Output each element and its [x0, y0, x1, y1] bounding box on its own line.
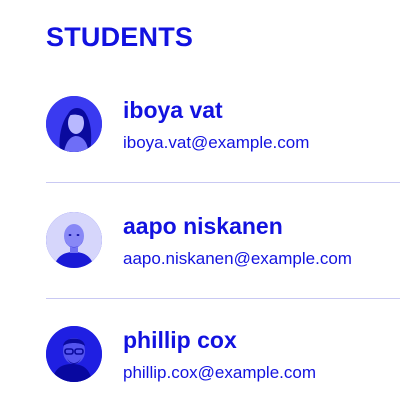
- avatar: [46, 212, 102, 268]
- student-name[interactable]: iboya vat: [123, 96, 223, 124]
- avatar: [46, 326, 102, 382]
- student-name[interactable]: phillip cox: [123, 326, 237, 354]
- student-email[interactable]: aapo.niskanen@example.com: [123, 248, 352, 270]
- student-email[interactable]: iboya.vat@example.com: [123, 132, 309, 154]
- person-avatar-icon: [46, 326, 102, 382]
- person-avatar-icon: [46, 96, 102, 152]
- student-row[interactable]: aapo niskanen aapo.niskanen@example.com: [46, 210, 400, 276]
- student-row[interactable]: phillip cox phillip.cox@example.com: [46, 324, 400, 390]
- person-avatar-icon: [46, 212, 102, 268]
- divider: [46, 182, 400, 183]
- student-row[interactable]: iboya vat iboya.vat@example.com: [46, 94, 400, 160]
- student-name[interactable]: aapo niskanen: [123, 212, 283, 240]
- avatar: [46, 96, 102, 152]
- student-list: iboya vat iboya.vat@example.com aapo nis…: [0, 0, 400, 400]
- divider: [46, 298, 400, 299]
- student-email[interactable]: phillip.cox@example.com: [123, 362, 316, 384]
